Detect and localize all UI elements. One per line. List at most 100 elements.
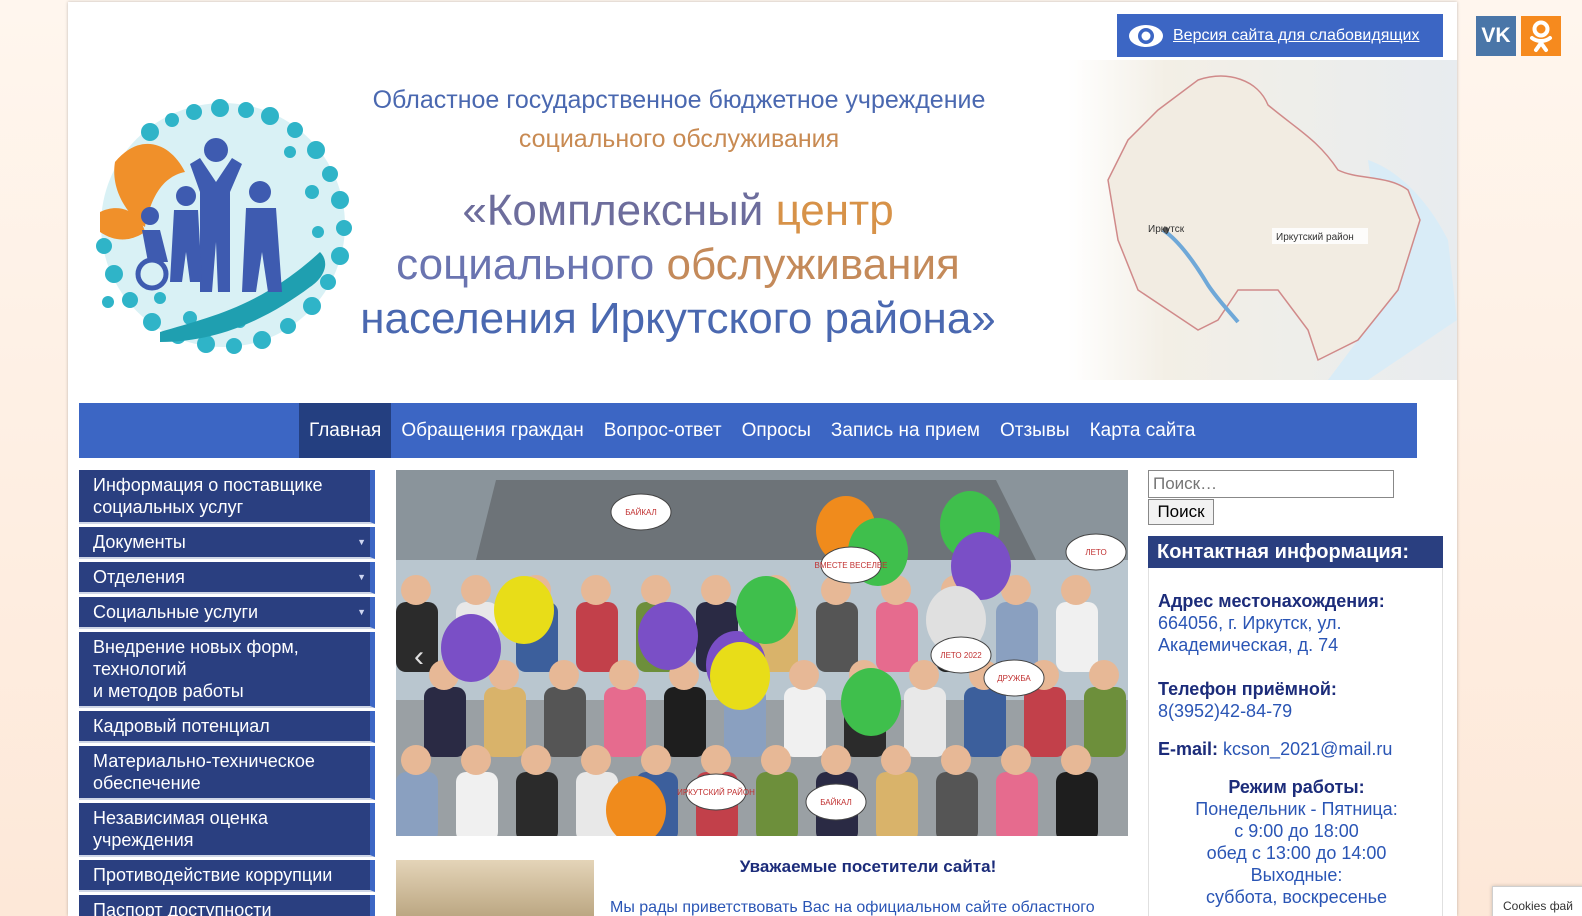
child-figure [876, 602, 918, 672]
child-head [1001, 745, 1031, 775]
child-figure [424, 687, 466, 757]
sidebar-item-4[interactable]: Внедрение новых форм, технологий и методо… [79, 632, 375, 708]
sidebar-item-8[interactable]: Противодействие коррупции [79, 860, 375, 892]
low-vision-label: Версия сайта для слабовидящих [1173, 26, 1420, 44]
child-head [881, 745, 911, 775]
sidebar-item-label: Кадровый потенциал [93, 716, 270, 736]
contact-info-panel: Адрес местонахождения: 664056, г. Иркутс… [1148, 568, 1443, 916]
child-figure [544, 687, 586, 757]
nav-item-5[interactable]: Отзывы [990, 403, 1080, 458]
contact-info-heading: Контактная информация: [1148, 536, 1443, 568]
sidebar-item-9[interactable]: Паспорт доступности [79, 895, 375, 916]
sidebar-item-0[interactable]: Информация о поставщике социальных услуг [79, 470, 375, 524]
contact-phone: Телефон приёмной: 8(3952)42-84-79 [1158, 678, 1438, 722]
sidebar-item-1[interactable]: Документы ▼ [79, 527, 375, 559]
sidebar-item-2[interactable]: Отделения ▼ [79, 562, 375, 594]
child-figure [1024, 687, 1066, 757]
child-figure [876, 772, 918, 836]
welcome-title: Уважаемые посетители сайта! [739, 857, 997, 876]
child-head [761, 745, 791, 775]
search-input[interactable] [1148, 470, 1394, 498]
child-head [701, 745, 731, 775]
child-head [1061, 745, 1091, 775]
child-figure [904, 687, 946, 757]
working-hours: Режим работы: Понедельник - Пятница: с 9:… [1149, 776, 1444, 908]
cookies-notice[interactable]: Cookies фай [1492, 886, 1582, 916]
slider-photo: БАЙКАЛ ЛЕТО ВМЕСТЕ ВЕСЕЛЕЕ ДРУЖБА ЛЕТО 2022 Б… [396, 470, 1128, 836]
site-header: Версия сайта для слабовидящих Областное … [68, 2, 1457, 380]
hours-label: Режим работы: [1228, 777, 1365, 797]
sidebar-item-label: Отделения [93, 567, 185, 587]
child-figure [964, 687, 1006, 757]
low-vision-version-button[interactable]: Версия сайта для слабовидящих [1117, 14, 1443, 57]
child-head [701, 575, 731, 605]
sidebar-item-3[interactable]: Социальные услуги ▼ [79, 597, 375, 629]
search-button[interactable]: Поиск [1148, 499, 1214, 525]
child-head [909, 660, 939, 690]
title-line-3: населения Иркутского района» [360, 294, 996, 343]
child-head [549, 660, 579, 690]
organization-type-line-2: социального обслуживания [518, 125, 840, 153]
child-head [521, 745, 551, 775]
odnoklassniki-icon[interactable] [1521, 16, 1561, 56]
sign-text: БАЙКАЛ [820, 798, 852, 807]
chevron-down-icon: ▼ [357, 607, 366, 617]
child-figure [664, 687, 706, 757]
chevron-down-icon: ▼ [357, 572, 366, 582]
child-head [1089, 660, 1119, 690]
sign-text: БАЙКАЛ [625, 508, 657, 517]
nav-item-1[interactable]: Обращения граждан [391, 403, 593, 458]
nav-item-6[interactable]: Карта сайта [1080, 403, 1206, 458]
sidebar-item-label: Противодействие коррупции [93, 865, 333, 885]
child-figure [784, 687, 826, 757]
address-label: Адрес местонахождения: [1158, 591, 1385, 611]
nav-item-4[interactable]: Запись на прием [821, 403, 990, 458]
child-head [401, 745, 431, 775]
photo-slider[interactable]: БАЙКАЛ ЛЕТО ВМЕСТЕ ВЕСЕЛЕЕ ДРУЖБА ЛЕТО 2022 Б… [396, 470, 1128, 836]
vk-icon[interactable]: VK [1476, 16, 1516, 56]
eye-icon [1129, 24, 1163, 47]
sign: БАЙКАЛ [610, 493, 672, 531]
child-head [1061, 575, 1091, 605]
chevron-down-icon: ▼ [357, 537, 366, 547]
nav-item-0[interactable]: Главная [299, 403, 392, 458]
hours-line: Выходные: [1250, 865, 1343, 885]
child-head [641, 575, 671, 605]
child-head [821, 745, 851, 775]
sidebar-item-label: Социальные услуги [93, 602, 259, 622]
child-figure [1084, 687, 1126, 757]
hours-line: Понедельник - Пятница: [1195, 799, 1398, 819]
title-line-2: социального обслуживания [396, 240, 960, 289]
child-head [581, 575, 611, 605]
child-head [941, 745, 971, 775]
nav-item-3[interactable]: Опросы [732, 403, 821, 458]
balloon [736, 576, 796, 644]
sign-text: ЛЕТО [1085, 548, 1106, 557]
child-figure [456, 772, 498, 836]
child-figure [516, 772, 558, 836]
child-head [401, 575, 431, 605]
region-map: Иркутск Иркутский район [1068, 60, 1457, 380]
sign-text: ДРУЖБА [997, 674, 1031, 683]
child-head [609, 660, 639, 690]
map-label-irkutsk: Иркутск [1148, 224, 1185, 235]
sidebar-item-label-line2: и методов работы [93, 681, 244, 701]
sign: ДРУЖБА [983, 659, 1045, 697]
sidebar-item-6[interactable]: Материально-техническое обеспечение [79, 746, 375, 800]
child-figure [996, 772, 1038, 836]
balloon [710, 642, 770, 710]
sidebar-item-5[interactable]: Кадровый потенциал [79, 711, 375, 743]
page-container: Версия сайта для слабовидящих Областное … [68, 2, 1457, 916]
sign-text: ЛЕТО 2022 [940, 651, 982, 660]
email-label: E-mail: [1158, 739, 1219, 759]
email-value[interactable]: kcson_2021@mail.ru [1223, 739, 1392, 759]
slider-prev-arrow[interactable]: ‹ [414, 640, 424, 674]
nav-item-2[interactable]: Вопрос-ответ [594, 403, 732, 458]
sign: БАЙКАЛ [805, 783, 867, 821]
child-figure [1056, 602, 1098, 672]
sidebar-item-7[interactable]: Независимая оценка учреждения [79, 803, 375, 857]
child-figure [576, 602, 618, 672]
sidebar-item-label: Паспорт доступности [93, 900, 272, 916]
sidebar-item-label: Документы [93, 532, 186, 552]
phone-value: 8(3952)42-84-79 [1158, 701, 1293, 721]
